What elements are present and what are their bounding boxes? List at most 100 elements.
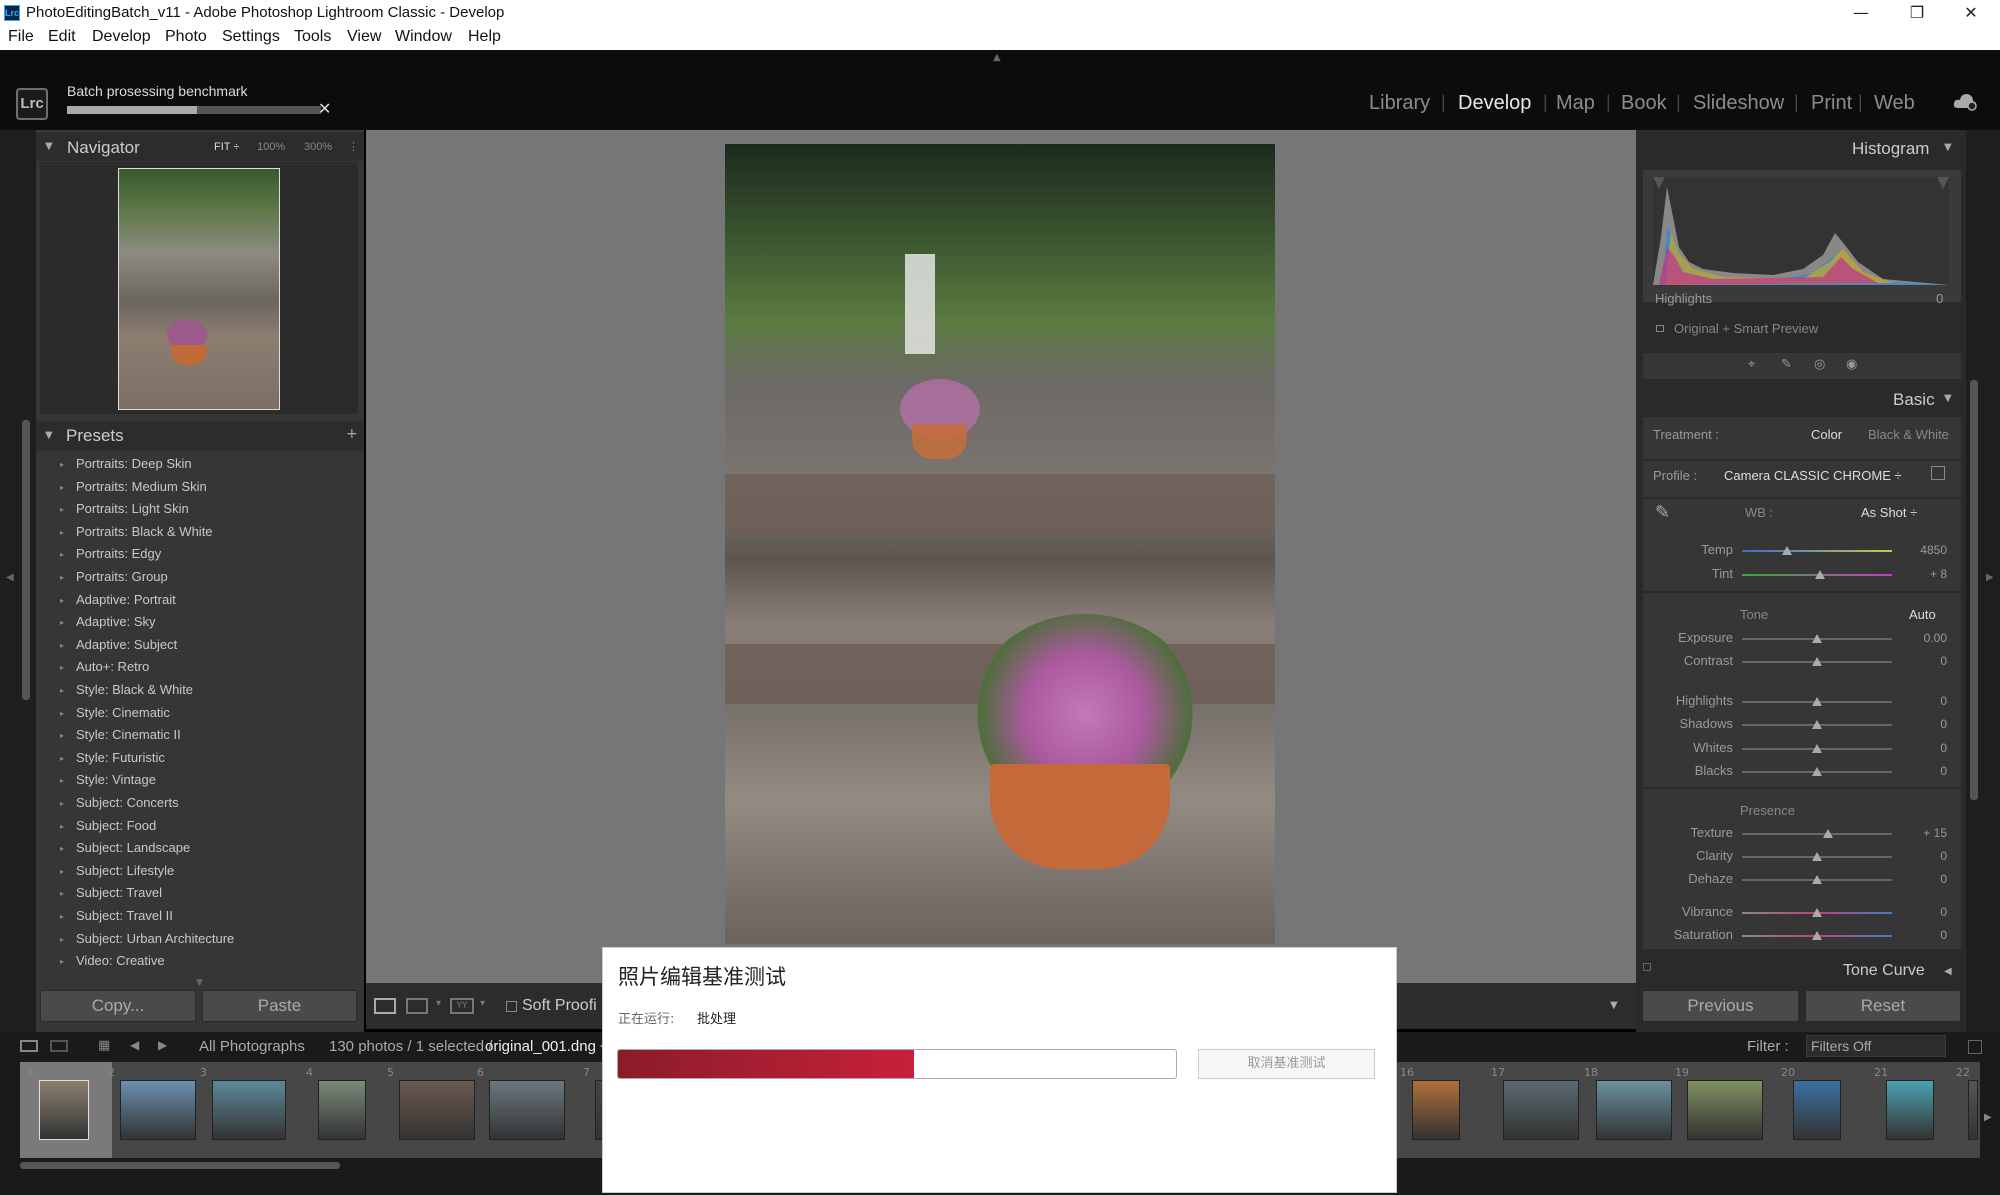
- filmstrip-thumb[interactable]: [39, 1080, 89, 1140]
- slider-knob[interactable]: [1815, 570, 1825, 579]
- filmstrip-scroll-right-icon[interactable]: ▶: [1984, 1112, 1992, 1123]
- profile-browser-icon[interactable]: [1931, 466, 1945, 480]
- previous-button[interactable]: Previous: [1642, 990, 1799, 1022]
- preset-item[interactable]: Subject: Food: [76, 818, 156, 833]
- filmstrip-thumb[interactable]: [399, 1080, 475, 1140]
- menu-view[interactable]: View: [347, 28, 381, 46]
- slider-track[interactable]: [1742, 550, 1892, 552]
- slider-knob[interactable]: [1812, 697, 1822, 706]
- preset-item[interactable]: Adaptive: Sky: [76, 614, 156, 629]
- filmstrip-thumb[interactable]: [1412, 1080, 1460, 1140]
- panel-switch[interactable]: [1643, 963, 1651, 971]
- preset-item[interactable]: Subject: Concerts: [76, 795, 179, 810]
- module-map[interactable]: Map: [1556, 92, 1595, 115]
- preset-item[interactable]: Portraits: Medium Skin: [76, 479, 207, 494]
- slider-knob[interactable]: [1812, 852, 1822, 861]
- expand-icon[interactable]: ▸: [60, 641, 64, 650]
- filmstrip-thumb[interactable]: [1793, 1080, 1841, 1140]
- expand-icon[interactable]: ▸: [60, 912, 64, 921]
- view-menu-icon[interactable]: ▾: [480, 998, 485, 1009]
- expand-icon[interactable]: ▸: [60, 957, 64, 966]
- add-preset-icon[interactable]: +: [346, 426, 358, 442]
- top-panel-toggle-icon[interactable]: ▲: [993, 52, 1001, 63]
- filter-dropdown[interactable]: Filters Off: [1806, 1035, 1946, 1057]
- preset-item[interactable]: Subject: Urban Architecture: [76, 931, 234, 946]
- slider-value[interactable]: 0: [1897, 654, 1947, 668]
- grid-icon[interactable]: ▦: [98, 1038, 110, 1053]
- current-file[interactable]: original_001.dng ÷: [485, 1038, 608, 1055]
- auto-button[interactable]: Auto: [1909, 607, 1936, 622]
- slider-value[interactable]: + 15: [1897, 826, 1947, 840]
- filmstrip-thumb[interactable]: [1968, 1080, 1978, 1140]
- preset-item[interactable]: Style: Cinematic II: [76, 727, 181, 742]
- expand-icon[interactable]: ▸: [60, 550, 64, 559]
- preset-item[interactable]: Auto+: Retro: [76, 659, 149, 674]
- filmstrip-thumb[interactable]: [1596, 1080, 1672, 1140]
- slider-knob[interactable]: [1812, 908, 1822, 917]
- expand-icon[interactable]: ▸: [60, 731, 64, 740]
- minimize-icon[interactable]: —: [1838, 0, 1884, 26]
- slider-knob[interactable]: [1812, 767, 1822, 776]
- menu-settings[interactable]: Settings: [222, 28, 280, 46]
- filmstrip-thumb[interactable]: [489, 1080, 565, 1140]
- preset-item[interactable]: Video: Creative: [76, 953, 165, 968]
- slider-knob[interactable]: [1812, 657, 1822, 666]
- scroll-down-icon[interactable]: ▼: [196, 978, 203, 988]
- navigator-thumbnail[interactable]: [118, 168, 280, 410]
- expand-icon[interactable]: ▸: [60, 573, 64, 582]
- menu-edit[interactable]: Edit: [48, 28, 76, 46]
- module-library[interactable]: Library: [1369, 92, 1430, 115]
- filmstrip-thumb[interactable]: [212, 1080, 286, 1140]
- menu-photo[interactable]: Photo: [165, 28, 207, 46]
- preset-item[interactable]: Subject: Travel II: [76, 908, 173, 923]
- menu-help[interactable]: Help: [468, 28, 501, 46]
- paste-button[interactable]: Paste: [202, 990, 357, 1022]
- eyedropper-icon[interactable]: ✎: [1655, 502, 1670, 523]
- slider-knob[interactable]: [1812, 931, 1822, 940]
- masking-icon[interactable]: ◉: [1846, 357, 1857, 372]
- expand-icon[interactable]: ▸: [60, 483, 64, 492]
- close-icon[interactable]: ✕: [1948, 0, 1994, 26]
- preset-item[interactable]: Portraits: Black & White: [76, 524, 213, 539]
- preset-item[interactable]: Style: Vintage: [76, 772, 156, 787]
- copy-button[interactable]: Copy...: [40, 990, 196, 1022]
- slider-knob[interactable]: [1812, 875, 1822, 884]
- back-arrow-icon[interactable]: ◀: [130, 1038, 139, 1052]
- right-scrollbar[interactable]: [1970, 380, 1978, 800]
- redeye-icon[interactable]: ◎: [1814, 357, 1825, 372]
- module-print[interactable]: Print: [1811, 92, 1852, 115]
- maximize-icon[interactable]: ❐: [1894, 0, 1940, 26]
- expand-icon[interactable]: ▸: [60, 505, 64, 514]
- slider-value[interactable]: 0: [1897, 741, 1947, 755]
- slider-value[interactable]: 0: [1897, 764, 1947, 778]
- preset-item[interactable]: Style: Black & White: [76, 682, 193, 697]
- right-panel-toggle-icon[interactable]: ▶: [1986, 572, 1994, 583]
- wb-dropdown[interactable]: As Shot ÷: [1861, 505, 1917, 520]
- expand-icon[interactable]: ▸: [60, 709, 64, 718]
- slider-value[interactable]: 0: [1897, 905, 1947, 919]
- loupe-view-icon[interactable]: [374, 998, 396, 1014]
- preset-item[interactable]: Portraits: Group: [76, 569, 168, 584]
- preset-item[interactable]: Subject: Lifestyle: [76, 863, 174, 878]
- expand-icon[interactable]: ◀: [1944, 966, 1952, 977]
- expand-icon[interactable]: ▸: [60, 935, 64, 944]
- preset-item[interactable]: Adaptive: Portrait: [76, 592, 176, 607]
- heal-icon[interactable]: ✎: [1781, 357, 1792, 372]
- slider-value[interactable]: 4850: [1897, 543, 1947, 557]
- main-photo[interactable]: [725, 144, 1275, 944]
- expand-icon[interactable]: ▸: [60, 460, 64, 469]
- forward-arrow-icon[interactable]: ▶: [158, 1038, 167, 1052]
- toolbar-menu-icon[interactable]: ▼: [1610, 1000, 1618, 1011]
- zoom-menu-icon[interactable]: ⋮: [348, 140, 359, 153]
- slider-knob[interactable]: [1812, 634, 1822, 643]
- preset-item[interactable]: Subject: Landscape: [76, 840, 190, 855]
- cloud-sync-icon[interactable]: [1952, 90, 1978, 112]
- view-menu-icon[interactable]: ▾: [436, 998, 441, 1009]
- slider-knob[interactable]: [1782, 546, 1792, 555]
- second-window-icon[interactable]: [50, 1040, 68, 1052]
- slider-value[interactable]: 0: [1897, 849, 1947, 863]
- preset-item[interactable]: Portraits: Deep Skin: [76, 456, 192, 471]
- task-cancel-icon[interactable]: ✕: [318, 99, 331, 118]
- collapse-icon[interactable]: ▼: [45, 430, 53, 441]
- expand-icon[interactable]: ▸: [60, 776, 64, 785]
